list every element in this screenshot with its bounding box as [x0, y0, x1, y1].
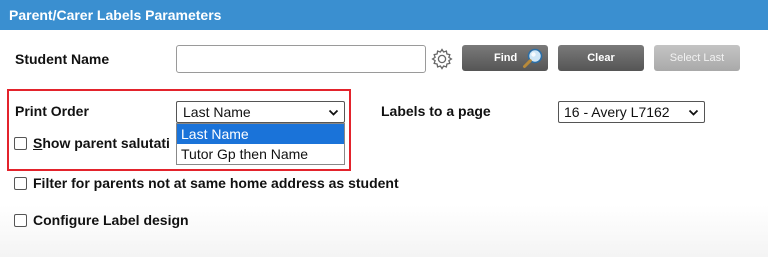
labels-to-page-label: Labels to a page [381, 103, 491, 119]
labels-to-page-select[interactable]: 16 - Avery L7162 [558, 101, 705, 123]
magnifier-icon [523, 48, 543, 68]
student-name-input[interactable] [176, 45, 426, 73]
select-last-button[interactable]: Select Last [654, 45, 740, 71]
configure-label-label[interactable]: Configure Label design [33, 212, 189, 228]
chevron-down-icon [688, 109, 699, 116]
student-name-label: Student Name [15, 51, 110, 67]
find-button-label: Find [494, 52, 518, 64]
find-button[interactable]: Find [462, 45, 548, 71]
gear-icon[interactable] [430, 47, 454, 71]
filter-parents-label[interactable]: Filter for parents not at same home addr… [33, 175, 399, 191]
window-title: Parent/Carer Labels Parameters [0, 0, 768, 30]
highlight-box [7, 89, 351, 171]
clear-button[interactable]: Clear [558, 45, 644, 71]
labels-to-page-value: 16 - Avery L7162 [564, 104, 670, 120]
configure-label-checkbox[interactable] [14, 214, 27, 227]
filter-parents-checkbox[interactable] [14, 177, 27, 190]
